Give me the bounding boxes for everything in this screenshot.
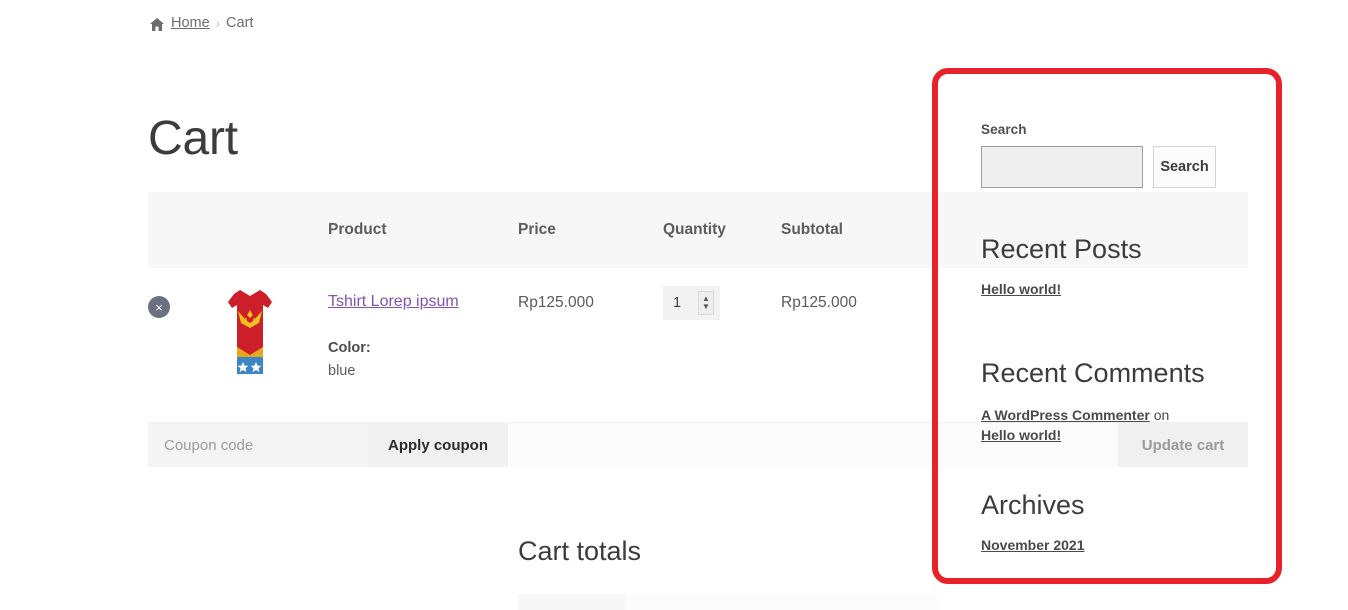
list-item[interactable]: November 2021 — [981, 537, 1085, 553]
remove-cell: × — [148, 292, 218, 318]
breadcrumb: Home › Cart — [149, 15, 253, 31]
apply-coupon-button[interactable]: Apply coupon — [368, 423, 508, 467]
cart-totals-section: Cart totals — [518, 538, 938, 610]
recent-posts-widget: Recent Posts Hello world! — [981, 236, 1221, 299]
cart-page: Home › Cart Cart Product Price Quantity … — [0, 0, 1348, 610]
tshirt-image — [228, 290, 272, 374]
quantity-stepper-arrows[interactable]: ▲ ▼ — [698, 291, 714, 315]
archives-widget: Archives November 2021 — [981, 492, 1221, 555]
comment-author-link[interactable]: A WordPress Commenter — [981, 407, 1150, 423]
cart-totals-table — [518, 594, 938, 610]
product-thumbnail[interactable] — [218, 290, 328, 378]
search-widget-label: Search — [981, 122, 1027, 137]
product-cell: Tshirt Lorep ipsum Color: blue — [328, 292, 518, 382]
breadcrumb-current: Cart — [226, 15, 254, 31]
archives-title: Archives — [981, 490, 1085, 520]
product-subtotal: Rp125.000 — [781, 294, 857, 311]
variation-label: Color: — [328, 340, 371, 357]
product-variation: Color: blue — [328, 337, 518, 382]
quantity-cell: 1 ▲ ▼ — [663, 286, 781, 320]
column-header-product: Product — [328, 221, 387, 238]
comment-post-link[interactable]: Hello world! — [981, 427, 1061, 443]
search-input[interactable] — [981, 146, 1143, 188]
cart-totals-label-cell — [518, 594, 626, 610]
quantity-value: 1 — [673, 295, 682, 311]
recent-comments-widget: Recent Comments A WordPress Commenter on… — [981, 360, 1221, 446]
chevron-down-icon[interactable]: ▼ — [702, 302, 710, 311]
product-name-link[interactable]: Tshirt Lorep ipsum — [328, 292, 518, 311]
list-item[interactable]: Hello world! — [981, 281, 1061, 297]
column-header-quantity: Quantity — [663, 221, 726, 238]
search-button[interactable]: Search — [1153, 146, 1216, 188]
column-header-subtotal: Subtotal — [781, 221, 843, 238]
list-item: A WordPress Commenter on Hello world! — [981, 405, 1191, 446]
breadcrumb-home-link[interactable]: Home — [171, 15, 210, 31]
product-price: Rp125.000 — [518, 294, 594, 311]
column-header-price: Price — [518, 221, 556, 238]
page-title: Cart — [148, 112, 238, 165]
cart-totals-title: Cart totals — [518, 536, 642, 566]
home-icon — [149, 17, 165, 32]
coupon-input[interactable] — [148, 423, 368, 467]
variation-value: blue — [328, 362, 356, 379]
quantity-stepper[interactable]: 1 ▲ ▼ — [663, 286, 720, 320]
recent-posts-title: Recent Posts — [981, 234, 1142, 264]
comment-connector: on — [1153, 407, 1170, 423]
search-widget: Search Search — [981, 122, 1221, 188]
breadcrumb-separator: › — [215, 15, 221, 31]
cart-totals-value-cell — [626, 594, 938, 610]
recent-comments-title: Recent Comments — [981, 358, 1205, 388]
remove-item-icon[interactable]: × — [148, 296, 170, 318]
